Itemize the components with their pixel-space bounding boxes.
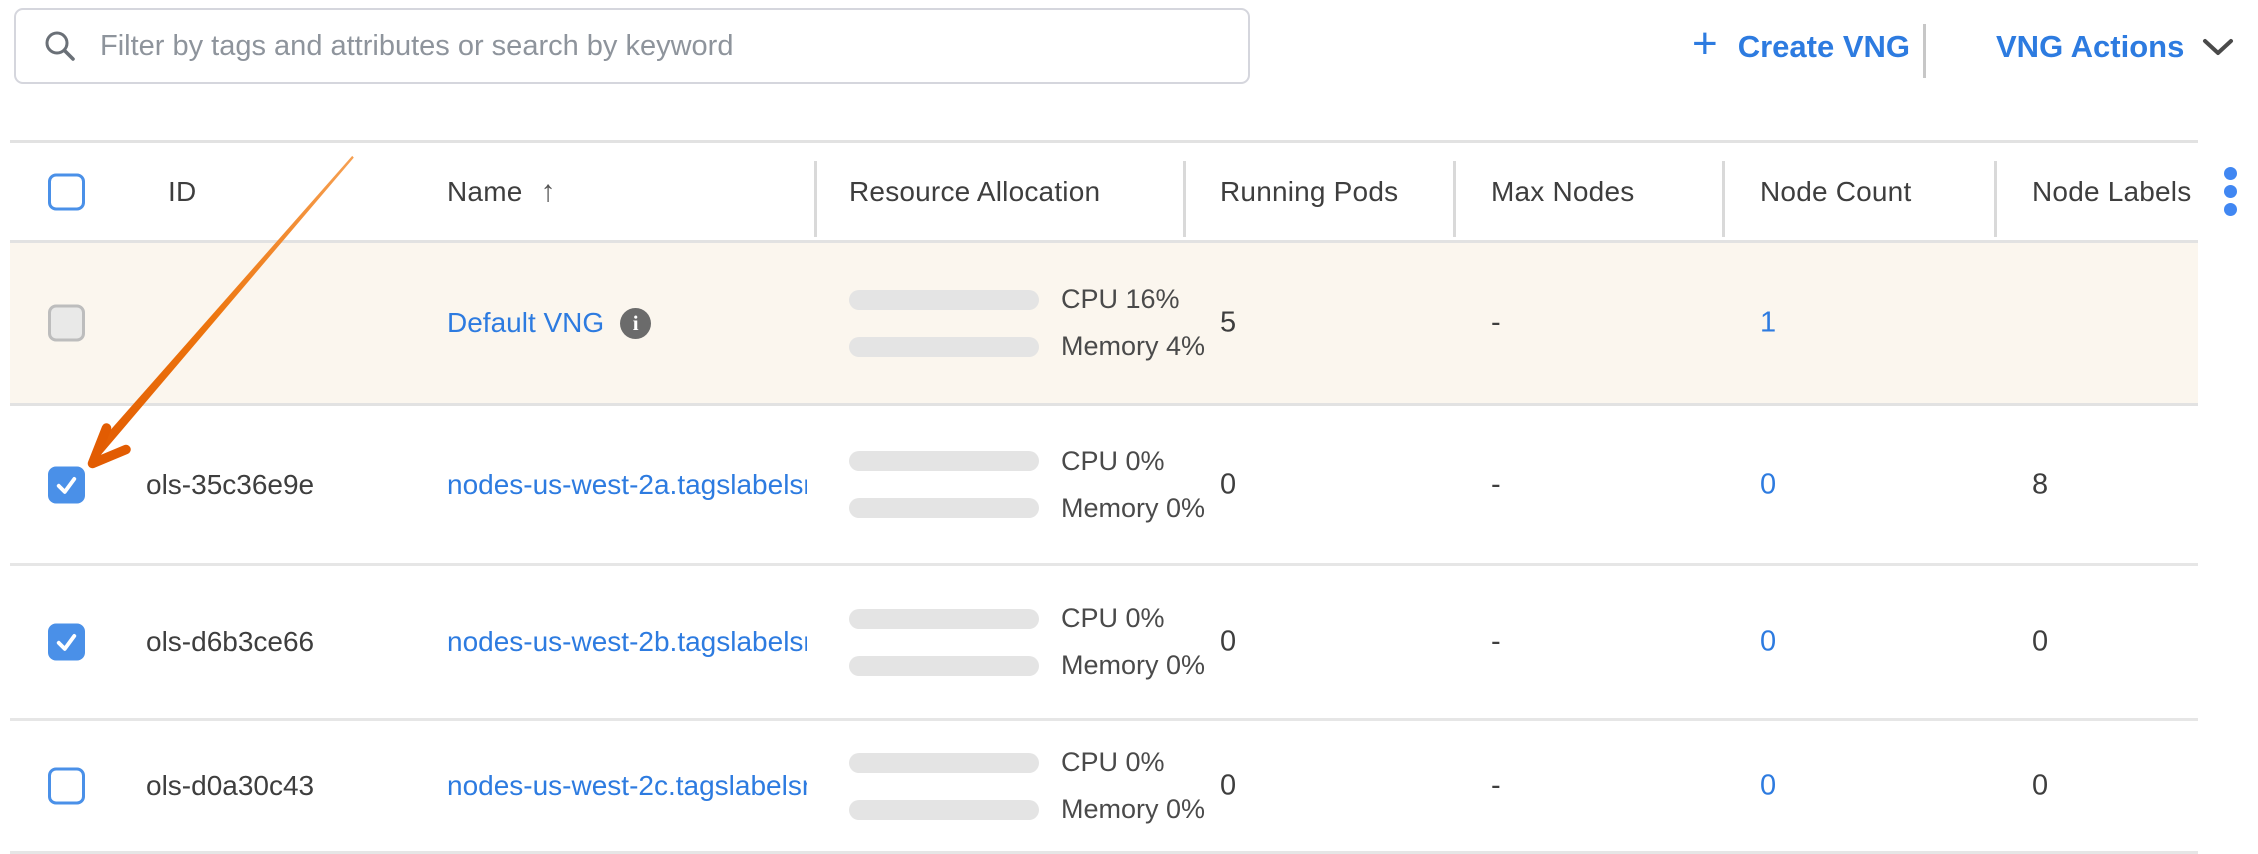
- node-labels-value: 0: [2032, 770, 2048, 803]
- max-nodes-value: -: [1491, 626, 1501, 659]
- header-id: ID: [168, 176, 196, 208]
- vng-id: ols-35c36e9e: [146, 469, 314, 501]
- vng-name-link[interactable]: nodes-us-west-2b.tagslabelsre: [447, 626, 807, 658]
- header-divider: [1722, 161, 1725, 237]
- node-count-link[interactable]: 0: [1760, 468, 1776, 500]
- toolbar-divider: [1923, 24, 1926, 78]
- node-count-link[interactable]: 0: [1760, 770, 1776, 802]
- table-row-default-vng: Default VNG i CPU 16% Memory 4% 5 - 1: [10, 243, 2198, 406]
- row-checkbox[interactable]: [48, 624, 85, 661]
- table-header: ID Name ↑ Resource Allocation Running Po…: [10, 143, 2198, 243]
- vng-name-link[interactable]: Default VNG: [447, 307, 604, 339]
- row-checkbox: [48, 305, 85, 342]
- column-options-kebab-icon[interactable]: [2224, 167, 2237, 216]
- table-row: ols-d0a30c43 nodes-us-west-2c.tagslabels…: [10, 721, 2198, 854]
- header-node-labels: Node Labels: [2032, 176, 2191, 208]
- header-divider: [1994, 161, 1997, 237]
- memory-bar: [849, 800, 1039, 820]
- max-nodes-value: -: [1491, 468, 1501, 501]
- running-pods-value: 5: [1220, 307, 1236, 340]
- cpu-bar: [849, 290, 1039, 310]
- vng-name-link[interactable]: nodes-us-west-2a.tagslabelsre: [447, 469, 807, 501]
- header-running-pods: Running Pods: [1220, 176, 1398, 208]
- running-pods-value: 0: [1220, 770, 1236, 803]
- header-max-nodes: Max Nodes: [1491, 176, 1634, 208]
- cpu-bar: [849, 609, 1039, 629]
- create-vng-button[interactable]: + Create VNG: [1692, 18, 1910, 76]
- header-name[interactable]: Name ↑: [447, 175, 807, 209]
- max-nodes-value: -: [1491, 770, 1501, 803]
- header-resource-allocation: Resource Allocation: [849, 176, 1100, 208]
- vng-id: ols-d6b3ce66: [146, 626, 314, 658]
- resource-allocation: CPU 0% Memory 0%: [849, 446, 1205, 524]
- header-divider: [1183, 161, 1186, 237]
- vng-actions-button[interactable]: VNG Actions: [1996, 18, 2234, 76]
- row-checkbox[interactable]: [48, 466, 85, 503]
- search-input[interactable]: [98, 29, 1248, 64]
- resource-allocation: CPU 0% Memory 0%: [849, 747, 1205, 825]
- plus-icon: +: [1692, 22, 1718, 66]
- vng-actions-label: VNG Actions: [1996, 29, 2184, 65]
- memory-bar: [849, 337, 1039, 357]
- node-labels-value: 8: [2032, 468, 2048, 501]
- vng-table: ID Name ↑ Resource Allocation Running Po…: [10, 140, 2198, 854]
- node-count-link[interactable]: 0: [1760, 626, 1776, 658]
- header-divider: [814, 161, 817, 237]
- row-checkbox[interactable]: [48, 768, 85, 805]
- running-pods-value: 0: [1220, 468, 1236, 501]
- select-all-checkbox[interactable]: [48, 173, 85, 210]
- vng-name-link[interactable]: nodes-us-west-2c.tagslabelsre: [447, 770, 807, 802]
- search-icon: [42, 28, 78, 64]
- cpu-bar: [849, 753, 1039, 773]
- node-labels-value: 0: [2032, 626, 2048, 659]
- sort-ascending-icon: ↑: [541, 175, 556, 209]
- cpu-bar: [849, 451, 1039, 471]
- create-vng-label: Create VNG: [1738, 29, 1910, 65]
- table-row: ols-d6b3ce66 nodes-us-west-2b.tagslabels…: [10, 566, 2198, 721]
- vng-id: ols-d0a30c43: [146, 770, 314, 802]
- running-pods-value: 0: [1220, 626, 1236, 659]
- vng-page: + Create VNG VNG Actions ID Name: [0, 0, 2258, 854]
- node-count-link[interactable]: 1: [1760, 307, 1776, 339]
- table-row: ols-35c36e9e nodes-us-west-2a.tagslabels…: [10, 406, 2198, 566]
- header-node-count: Node Count: [1760, 176, 1911, 208]
- chevron-down-icon: [2202, 37, 2234, 57]
- resource-allocation: CPU 0% Memory 0%: [849, 603, 1205, 681]
- memory-bar: [849, 656, 1039, 676]
- info-icon[interactable]: i: [620, 308, 651, 339]
- memory-bar: [849, 498, 1039, 518]
- filter-search-box: [14, 8, 1250, 84]
- header-divider: [1453, 161, 1456, 237]
- max-nodes-value: -: [1491, 307, 1501, 340]
- resource-allocation: CPU 16% Memory 4%: [849, 284, 1205, 362]
